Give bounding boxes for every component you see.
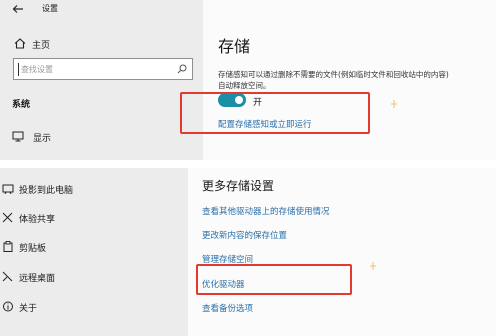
settings-sidebar-top: 设置 主页 查找设置 系统 显示 xyxy=(0,0,203,160)
monitor-icon xyxy=(12,131,24,142)
search-input[interactable]: 查找设置 xyxy=(13,58,193,80)
view-backup-options-link[interactable]: 查看备份选项 xyxy=(202,302,253,314)
more-storage-panel: 更多存储设置 查看其他驱动器上的存储使用情况 更改新内容的保存位置 管理存储空间… xyxy=(188,168,496,336)
storage-description-line2: 自动释放空间。 xyxy=(218,81,271,90)
highlight-box-optimize-drives xyxy=(196,264,352,295)
sidebar-item-about[interactable]: 关于 xyxy=(19,301,37,314)
sidebar-item-shared-experiences[interactable]: 体验共享 xyxy=(19,212,55,225)
screenshot-gap xyxy=(0,160,496,168)
sidebar-item-display[interactable]: 显示 xyxy=(33,131,51,144)
page-title: 存储 xyxy=(218,37,251,56)
sidebar-item-remote-desktop[interactable]: 远程桌面 xyxy=(19,271,55,284)
sidebar-section-system: 系统 xyxy=(12,100,31,110)
highlight-box-storage-sense xyxy=(180,92,370,134)
sidebar-item-project[interactable]: 投影到此电脑 xyxy=(19,183,73,196)
search-placeholder: 查找设置 xyxy=(21,65,53,74)
change-save-location-link[interactable]: 更改新内容的保存位置 xyxy=(202,229,287,241)
view-other-drives-link[interactable]: 查看其他驱动器上的存储使用情况 xyxy=(202,205,330,217)
window-title: 设置 xyxy=(42,4,58,13)
share-experience-icon xyxy=(2,212,13,223)
back-arrow-icon[interactable] xyxy=(12,4,24,14)
more-settings-title: 更多存储设置 xyxy=(202,179,275,193)
home-icon xyxy=(14,38,26,49)
clipboard-icon xyxy=(3,241,13,252)
storage-description-line1: 存储感知可以通过删除不需要的文件(例如临时文件和回收站中的内容) xyxy=(218,70,449,79)
sidebar-home-label[interactable]: 主页 xyxy=(32,38,50,51)
remote-desktop-icon xyxy=(2,271,13,282)
text-caret xyxy=(18,63,19,76)
info-icon xyxy=(3,301,13,312)
search-icon[interactable] xyxy=(177,64,187,74)
sidebar-item-clipboard[interactable]: 剪贴板 xyxy=(19,241,46,254)
settings-sidebar-bottom: 投影到此电脑 体验共享 剪贴板 远程桌面 关于 xyxy=(0,168,188,336)
sparkle-mark xyxy=(391,100,397,108)
sparkle-mark xyxy=(370,262,376,270)
storage-panel: 存储 存储感知可以通过删除不需要的文件(例如临时文件和回收站中的内容) 自动释放… xyxy=(203,0,496,160)
projector-icon xyxy=(2,184,14,194)
